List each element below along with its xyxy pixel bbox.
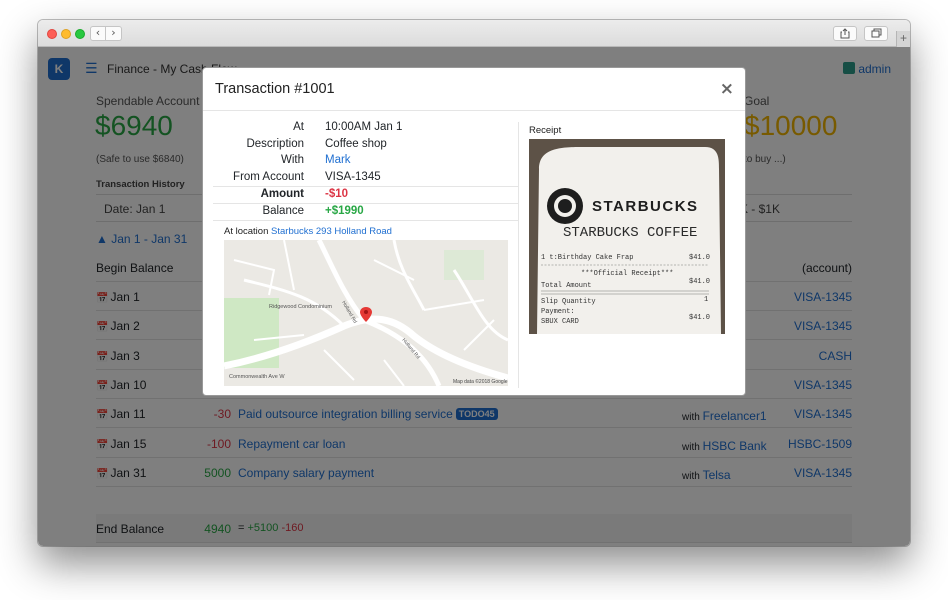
receipt-photo[interactable]: STARBUCKS STARBUCKS COFFEE 1 t:Birthday … <box>529 139 725 334</box>
receipt-label: Receipt <box>529 125 562 136</box>
receipt-brand: STARBUCKS <box>592 198 699 215</box>
receipt-line: Slip Quantity <box>541 298 596 306</box>
browser-titlebar: ‹ › + <box>38 20 910 47</box>
receipt-line-amount: $41.0 <box>689 314 710 322</box>
map-graphic: Ridgewood Condominium Holland Rd Commonw… <box>224 240 508 386</box>
share-icon <box>840 28 850 39</box>
receipt-line-amount: $41.0 <box>689 278 710 286</box>
detail-value: 10:00AM Jan 1 <box>325 121 403 133</box>
browser-back-button[interactable]: ‹ <box>90 26 106 41</box>
detail-label: Amount <box>260 188 304 201</box>
map-label: Commonwealth Ave W <box>229 374 285 380</box>
location-map[interactable]: Ridgewood Condominium Holland Rd Commonw… <box>224 240 508 386</box>
detail-value: Coffee shop <box>325 137 387 150</box>
detail-label: Description <box>246 137 304 150</box>
detail-amount: Amount -$10 <box>213 186 518 203</box>
receipt-headline: STARBUCKS COFFEE <box>563 225 697 241</box>
modal-header: Transaction #1001 × <box>203 68 745 111</box>
receipt-line: ***Official Receipt*** <box>581 270 673 278</box>
transaction-modal: Transaction #1001 × At 10:00AM Jan 1 Desc… <box>202 67 746 396</box>
close-icon[interactable]: × <box>720 79 734 99</box>
detail-with: With Mark <box>213 153 518 170</box>
detail-label: With <box>281 154 304 167</box>
new-tab-button[interactable]: + <box>896 31 910 47</box>
transaction-details: At 10:00AM Jan 1 Description Coffee shop W… <box>213 120 518 236</box>
map-credit: Map data ©2018 Google <box>453 378 508 385</box>
modal-title: Transaction #1001 <box>215 81 335 97</box>
browser-window: ‹ › + K ☰ Finance - My Cash Flow admin S… <box>38 20 910 546</box>
location-line: At location Starbucks 293 Holland Road <box>224 226 392 237</box>
modal-body: At 10:00AM Jan 1 Description Coffee shop W… <box>203 112 747 397</box>
detail-from-account: From Account VISA-1345 <box>213 170 518 187</box>
location-prefix: At location <box>224 226 269 237</box>
window-maximize-button[interactable] <box>75 29 85 39</box>
detail-label: From Account <box>233 170 304 183</box>
detail-balance: Balance +$1990 <box>213 202 518 220</box>
browser-forward-button[interactable]: › <box>106 26 122 41</box>
receipt-line: Total Amount <box>541 282 591 290</box>
receipt-graphic: STARBUCKS STARBUCKS COFFEE 1 t:Birthday … <box>529 139 725 334</box>
balance-value: +$1990 <box>325 204 364 217</box>
map-label: Ridgewood Condominium <box>269 304 332 310</box>
receipt-line: SBUX CARD <box>541 318 579 326</box>
location-link[interactable]: Starbucks 293 Holland Road <box>271 226 392 237</box>
detail-at: At 10:00AM Jan 1 <box>213 120 518 137</box>
column-divider <box>518 122 519 388</box>
window-close-button[interactable] <box>47 29 57 39</box>
receipt-line-amount: $41.0 <box>689 254 710 262</box>
detail-value: VISA-1345 <box>325 170 381 183</box>
show-tabs-button[interactable] <box>864 26 888 41</box>
amount-value: -$10 <box>325 188 349 201</box>
with-link[interactable]: Mark <box>325 154 351 166</box>
receipt-line: Payment: <box>541 308 575 316</box>
share-button[interactable] <box>833 26 857 41</box>
receipt-line: 1 t:Birthday Cake Frap <box>541 254 633 262</box>
detail-label: At <box>293 121 304 133</box>
detail-label: Balance <box>262 204 304 217</box>
receipt-line-amount: 1 <box>704 296 708 304</box>
tabs-icon <box>871 28 881 38</box>
window-minimize-button[interactable] <box>61 29 71 39</box>
detail-description: Description Coffee shop <box>213 137 518 154</box>
